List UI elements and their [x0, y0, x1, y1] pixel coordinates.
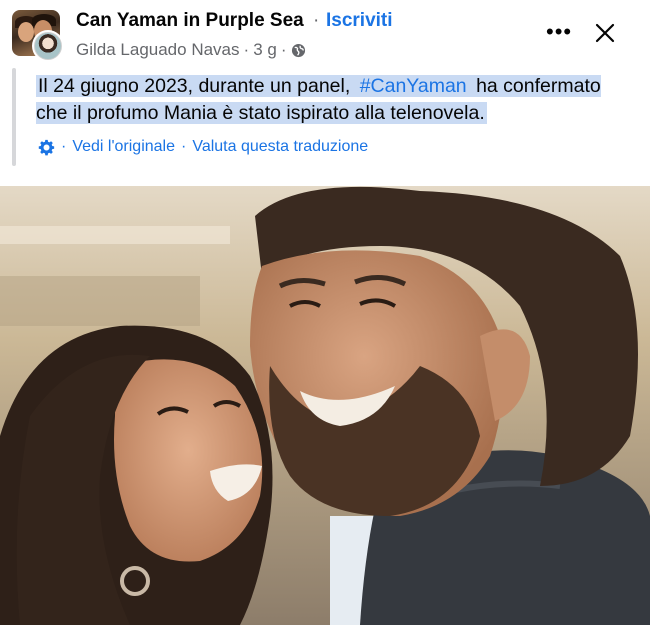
gear-icon[interactable]: [38, 139, 55, 156]
close-icon[interactable]: [594, 22, 616, 44]
translation-separator: ·: [181, 138, 187, 155]
post-text-start: Il 24 giugno 2023, durante un panel,: [36, 75, 358, 97]
header-separator: ·: [313, 10, 320, 31]
see-original-link[interactable]: Vedi l'originale: [72, 138, 175, 156]
post-photo[interactable]: [0, 186, 650, 625]
globe-icon[interactable]: [291, 43, 306, 58]
translation-row: · Vedi l'originale · Valuta questa tradu…: [38, 138, 368, 156]
more-options-icon[interactable]: •••: [546, 21, 572, 43]
author-name-link[interactable]: Gilda Laguado Navas: [76, 40, 240, 60]
post-meta: Gilda Laguado Navas · 3 g ·: [76, 40, 306, 60]
photo-illustration: [0, 186, 650, 625]
post-header: Can Yaman in Purple Sea · Iscriviti Gild…: [0, 0, 650, 68]
hashtag-link[interactable]: #CanYaman: [357, 75, 469, 97]
rate-translation-link[interactable]: Valuta questa traduzione: [192, 138, 368, 156]
meta-separator: ·: [243, 40, 250, 59]
meta-separator: ·: [280, 40, 287, 59]
join-group-button[interactable]: Iscriviti: [326, 10, 393, 32]
translation-separator: ·: [61, 138, 67, 155]
quote-bar: [12, 68, 16, 166]
group-name-link[interactable]: Can Yaman in Purple Sea: [76, 10, 304, 32]
post-time-link[interactable]: 3 g: [253, 40, 277, 60]
post-text: Il 24 giugno 2023, durante un panel, #Ca…: [36, 73, 626, 127]
author-avatar[interactable]: [32, 30, 64, 62]
